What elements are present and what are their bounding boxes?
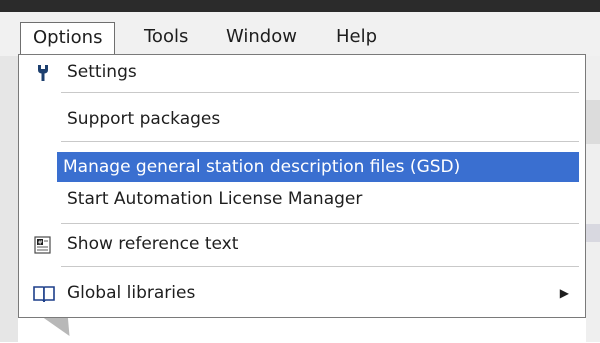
menu-item-settings[interactable]: Settings (23, 57, 579, 87)
menu-item-support-packages[interactable]: Support packages (23, 104, 579, 134)
menu-help[interactable]: Help (324, 22, 389, 54)
separator (61, 223, 579, 224)
book-icon (33, 284, 55, 304)
menu-item-label: Global libraries (67, 283, 196, 303)
reference-text-icon: # (33, 235, 53, 255)
menu-options[interactable]: Options (20, 22, 116, 54)
menu-item-show-reference-text[interactable]: # Show reference text (23, 229, 579, 259)
menu-item-global-libraries[interactable]: Global libraries ▶ (23, 278, 579, 308)
menu-tools[interactable]: Tools (132, 22, 200, 54)
menu-item-label: Settings (67, 62, 137, 82)
menu-item-label: Support packages (67, 109, 221, 129)
submenu-arrow-icon: ▶ (559, 286, 569, 300)
menu-item-automation-license-manager[interactable]: Start Automation License Manager (23, 184, 579, 214)
menu-item-label: Show reference text (67, 234, 239, 254)
menu-item-label: Start Automation License Manager (67, 189, 363, 209)
menu-window[interactable]: Window (214, 22, 309, 54)
options-dropdown-menu: Settings Support packages Manage general… (18, 54, 586, 318)
menu-item-manage-gsd[interactable]: Manage general station description files… (57, 152, 579, 182)
menu-item-label: Manage general station description files… (63, 157, 461, 177)
separator (61, 266, 579, 267)
wrench-icon (33, 63, 53, 83)
separator (61, 141, 579, 142)
title-bar-strip (0, 0, 600, 12)
separator (61, 92, 579, 93)
background-panel-right (586, 56, 600, 342)
background-panel-left (0, 56, 18, 342)
svg-text:#: # (38, 239, 43, 246)
